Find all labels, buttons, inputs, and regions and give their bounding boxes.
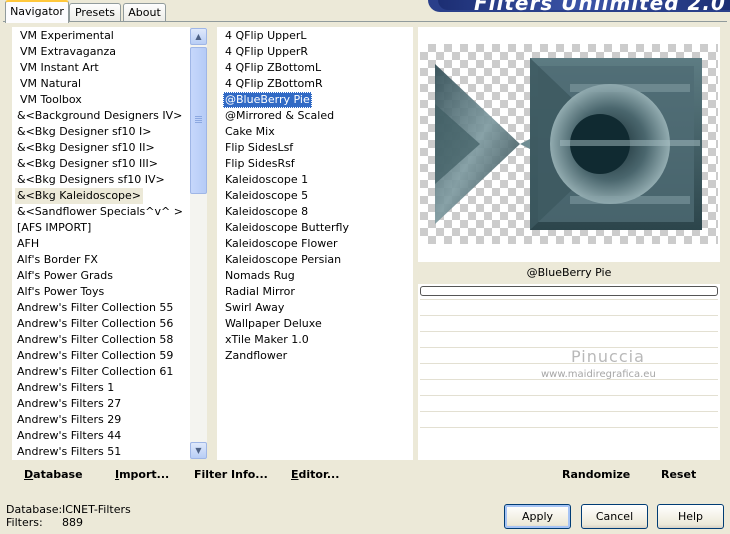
filter-item[interactable]: 4 QFlip UpperR <box>223 44 310 60</box>
import-button[interactable]: Import... <box>115 467 169 483</box>
filter-item[interactable]: Swirl Away <box>223 300 286 316</box>
reset-button[interactable]: Reset <box>661 467 696 483</box>
filter-item[interactable]: 4 QFlip ZBottomL <box>223 60 323 76</box>
filter-item[interactable]: Kaleidoscope Persian <box>223 252 343 268</box>
filter-item[interactable]: Nomads Rug <box>223 268 297 284</box>
progress-bar <box>420 286 718 296</box>
watermark-name: Pinuccia <box>571 347 645 366</box>
parameter-row-divider <box>420 411 718 412</box>
cancel-button[interactable]: Cancel <box>581 504 648 529</box>
title-banner: Filters Unlimited 2.0 <box>428 0 730 12</box>
filters-label: Filters: <box>6 516 43 529</box>
filter-item[interactable]: Kaleidoscope 8 <box>223 204 310 220</box>
parameter-row-divider <box>420 347 718 348</box>
parameter-row-divider <box>420 315 718 316</box>
filter-info-button[interactable]: Filter Info... <box>194 467 268 483</box>
category-item[interactable]: Andrew's Filters 29 <box>15 412 123 428</box>
apply-button[interactable]: Apply <box>504 504 571 529</box>
category-item[interactable]: Alf's Power Toys <box>15 284 106 300</box>
tab-navigator[interactable]: Navigator <box>5 0 69 23</box>
category-item[interactable]: &<Bkg Designer sf10 I> <box>15 124 154 140</box>
category-scrollbar[interactable]: ▲ ▼ <box>190 28 207 459</box>
category-item[interactable]: Alf's Border FX <box>15 252 100 268</box>
category-item[interactable]: &<Sandflower Specials^v^ > <box>15 204 185 220</box>
filter-item[interactable]: 4 QFlip UpperL <box>223 28 309 44</box>
category-item[interactable]: &<Bkg Designer sf10 II> <box>15 140 157 156</box>
category-list[interactable]: VM Experimental VM Extravaganza VM Instant… <box>12 27 190 460</box>
parameter-row-divider <box>420 427 718 428</box>
category-item[interactable]: &<Bkg Designer sf10 III> <box>15 156 160 172</box>
filter-item[interactable]: Kaleidoscope 5 <box>223 188 310 204</box>
category-item[interactable]: VM Natural <box>18 76 83 92</box>
category-item[interactable]: AFH <box>15 236 41 252</box>
watermark-site: www.maidiregrafica.eu <box>541 369 656 380</box>
filter-list[interactable]: 4 QFlip UpperL 4 QFlip UpperR 4 QFlip ZBot… <box>217 27 413 460</box>
banner-title: Filters Unlimited 2.0 <box>474 0 726 12</box>
database-label: Database: <box>6 503 63 516</box>
category-item[interactable]: [AFS IMPORT] <box>15 220 93 236</box>
category-item[interactable]: VM Instant Art <box>18 60 101 76</box>
randomize-button[interactable]: Randomize <box>562 467 630 483</box>
parameter-row-divider <box>420 299 718 300</box>
filter-item[interactable]: @Mirrored & Scaled <box>223 108 336 124</box>
scroll-up-button[interactable]: ▲ <box>190 28 207 45</box>
filter-item[interactable]: Flip SidesRsf <box>223 156 297 172</box>
filter-item[interactable]: Kaleidoscope 1 <box>223 172 310 188</box>
category-item[interactable]: Alf's Power Grads <box>15 268 115 284</box>
category-item[interactable]: Andrew's Filters 51 <box>15 444 123 460</box>
parameter-row-divider <box>420 331 718 332</box>
category-item[interactable]: Andrew's Filter Collection 55 <box>15 300 175 316</box>
tab-about[interactable]: About <box>123 3 166 22</box>
category-item[interactable]: Andrew's Filter Collection 56 <box>15 316 175 332</box>
parameter-row-divider <box>420 363 718 364</box>
category-item[interactable]: &<Background Designers IV> <box>15 108 184 124</box>
filter-item[interactable]: Wallpaper Deluxe <box>223 316 324 332</box>
filter-item[interactable]: Zandflower <box>223 348 289 364</box>
filter-item[interactable]: Flip SidesLsf <box>223 140 295 156</box>
tab-presets[interactable]: Presets <box>69 3 121 22</box>
category-item[interactable]: Andrew's Filters 1 <box>15 380 116 396</box>
category-item[interactable]: Andrew's Filter Collection 58 <box>15 332 175 348</box>
filter-item[interactable]: Kaleidoscope Flower <box>223 236 340 252</box>
chevron-up-icon: ▲ <box>195 32 202 41</box>
scroll-thumb[interactable] <box>190 47 207 194</box>
database-value: ICNET-Filters <box>62 503 131 516</box>
parameter-row-divider <box>420 395 718 396</box>
category-item[interactable]: Andrew's Filters 44 <box>15 428 123 444</box>
category-item[interactable]: VM Experimental <box>18 28 116 44</box>
filter-item[interactable]: Radial Mirror <box>223 284 297 300</box>
category-item[interactable]: Andrew's Filters 27 <box>15 396 123 412</box>
filter-item[interactable]: Kaleidoscope Butterfly <box>223 220 351 236</box>
preview-image <box>420 44 718 244</box>
category-item[interactable]: &<Bkg Designers sf10 IV> <box>15 172 167 188</box>
category-item[interactable]: Andrew's Filter Collection 59 <box>15 348 175 364</box>
editor-button[interactable]: Editor... <box>291 467 339 483</box>
chevron-down-icon: ▼ <box>195 446 202 455</box>
filter-item[interactable]: 4 QFlip ZBottomR <box>223 76 325 92</box>
category-item[interactable]: VM Toolbox <box>18 92 84 108</box>
filters-value: 889 <box>62 516 83 529</box>
tab-panel-border <box>3 21 727 22</box>
category-item[interactable]: Andrew's Filter Collection 61 <box>15 364 175 380</box>
database-button[interactable]: Database <box>24 467 83 483</box>
help-button[interactable]: Help <box>657 504 724 529</box>
category-item[interactable]: &<Bkg Kaleidoscope> <box>15 188 144 204</box>
category-item[interactable]: VM Extravaganza <box>18 44 118 60</box>
preview-filter-name: @BlueBerry Pie <box>526 266 612 279</box>
scroll-down-button[interactable]: ▼ <box>190 442 207 459</box>
filter-item[interactable]: @BlueBerry Pie <box>223 92 312 108</box>
filter-item[interactable]: xTile Maker 1.0 <box>223 332 311 348</box>
filter-item[interactable]: Cake Mix <box>223 124 277 140</box>
